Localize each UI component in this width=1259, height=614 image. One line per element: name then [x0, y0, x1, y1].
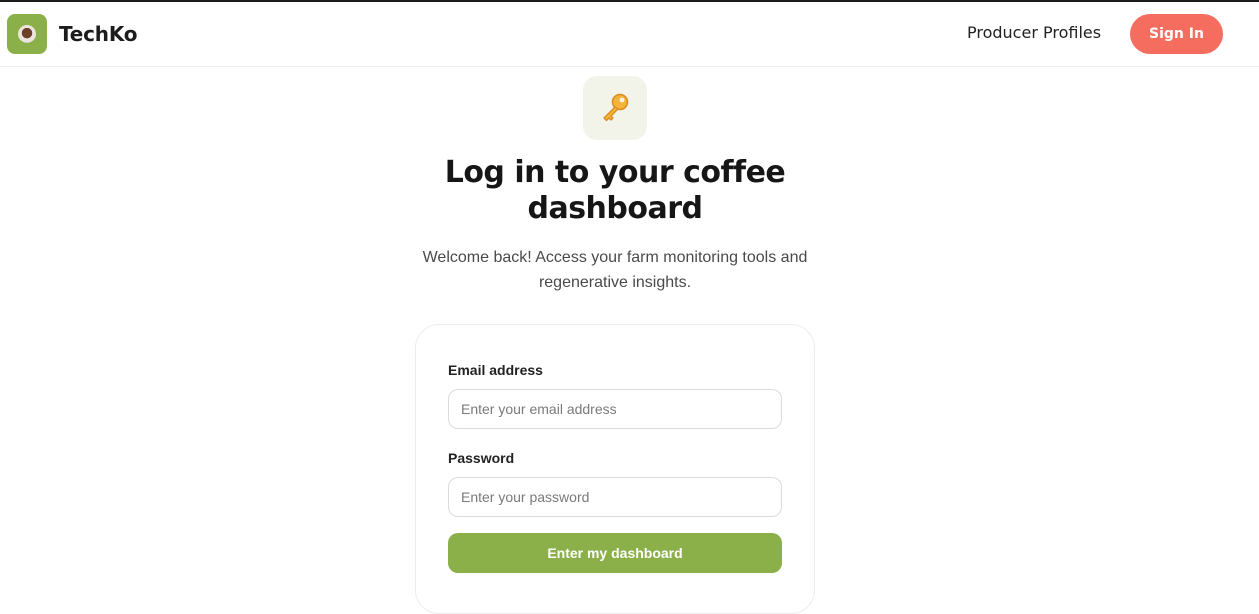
key-badge [583, 76, 647, 140]
top-navbar: TechKo Producer Profiles Sign In [0, 2, 1259, 67]
nav-producer-profiles[interactable]: Producer Profiles [967, 23, 1101, 42]
email-field[interactable] [448, 389, 782, 429]
password-label: Password [448, 450, 515, 466]
page-title-line-2: dashboard [527, 191, 703, 226]
password-field[interactable] [448, 477, 782, 517]
page-subtitle: Welcome back! Access your farm monitorin… [405, 245, 825, 295]
enter-dashboard-button[interactable]: Enter my dashboard [448, 533, 782, 573]
subtitle-line-1: Welcome back! Access your farm monitorin… [422, 249, 808, 266]
coffee-cup-icon [18, 25, 36, 43]
page-title: Log in to your coffee dashboard [380, 155, 850, 227]
brand-logo [7, 14, 47, 54]
subtitle-line-2: regenerative insights. [538, 274, 692, 291]
brand[interactable]: TechKo [7, 14, 138, 54]
email-label: Email address [448, 362, 543, 378]
brand-name: TechKo [59, 22, 138, 46]
page-title-line-1: Log in to your coffee [444, 155, 786, 190]
key-icon [603, 93, 629, 122]
sign-in-button[interactable]: Sign In [1130, 14, 1223, 54]
